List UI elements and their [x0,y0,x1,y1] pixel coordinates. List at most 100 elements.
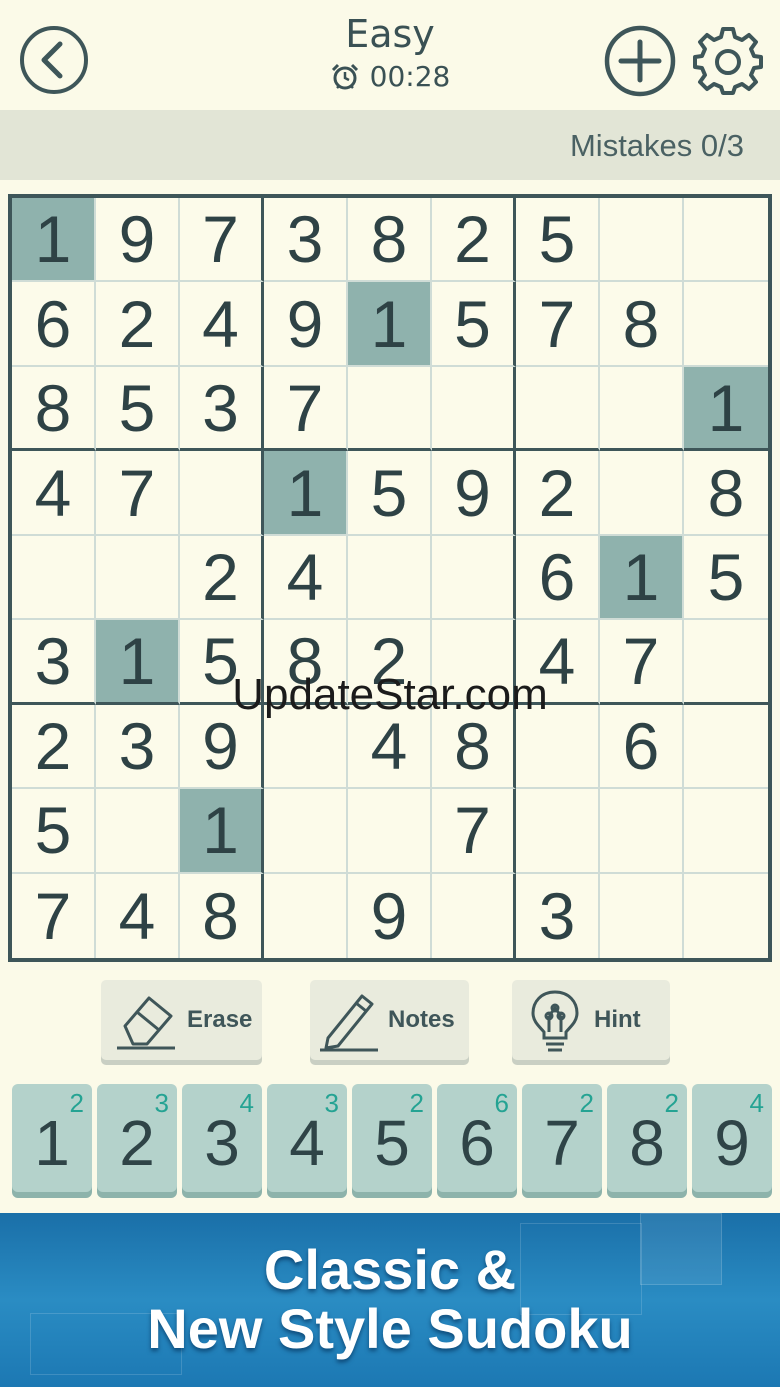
erase-button[interactable]: Erase [101,980,262,1060]
board-cell[interactable]: 3 [96,704,180,790]
board-cell[interactable] [96,789,180,874]
board-cell[interactable]: 4 [96,873,180,958]
board-cell[interactable]: 4 [264,535,348,621]
difficulty-label: Easy [345,12,435,56]
board-cell[interactable] [12,535,96,621]
board-cell[interactable] [600,366,684,452]
board-cell[interactable] [432,873,516,958]
board-cell[interactable]: 4 [516,620,600,705]
board-cell[interactable]: 7 [516,282,600,367]
board-cell[interactable] [96,535,180,621]
board-cell[interactable]: 8 [600,282,684,367]
number-key-6[interactable]: 66 [437,1084,517,1192]
board-cell[interactable] [348,366,432,452]
number-key-2[interactable]: 23 [97,1084,177,1192]
board-cell[interactable]: 5 [684,536,768,621]
settings-button[interactable] [692,24,764,96]
number-key-9[interactable]: 94 [692,1084,772,1192]
board-cell[interactable]: 2 [348,620,432,705]
board-cell[interactable]: 1 [684,366,768,452]
board-cell[interactable] [684,282,768,367]
board-cell[interactable]: 4 [348,704,432,790]
number-key-7[interactable]: 72 [522,1084,602,1192]
top-bar: Easy 00:28 [0,0,780,110]
board-cell[interactable]: 2 [12,704,96,790]
board-cell[interactable]: 8 [348,198,432,283]
board-cell[interactable] [516,366,600,452]
board-cell[interactable]: 5 [12,789,96,874]
board-cell[interactable]: 7 [12,873,96,958]
hint-button[interactable]: Hint [512,980,670,1060]
board-cell[interactable]: 6 [12,282,96,367]
board-cell[interactable]: 5 [180,620,264,705]
board-cell[interactable]: 2 [96,282,180,367]
board-cell[interactable] [600,873,684,958]
board-cell[interactable]: 1 [264,451,348,536]
number-key-3[interactable]: 34 [182,1084,262,1192]
board-cell[interactable]: 9 [180,704,264,790]
board-cell[interactable] [432,366,516,452]
board-cell[interactable]: 8 [180,873,264,958]
board-cell[interactable] [684,874,768,958]
new-game-button[interactable] [603,24,677,98]
board-cell[interactable]: 1 [96,620,180,705]
board-cell[interactable]: 9 [432,451,516,536]
board-cell[interactable] [264,873,348,958]
board-cell[interactable]: 3 [516,873,600,958]
board-cell[interactable]: 9 [96,198,180,283]
board-cell[interactable]: 1 [348,282,432,367]
board-cell[interactable] [684,198,768,283]
board-cell[interactable]: 8 [684,451,768,536]
board-cell[interactable]: 3 [180,366,264,452]
board-cell[interactable] [516,704,600,790]
board-cell[interactable]: 1 [600,535,684,621]
board-cell[interactable] [600,451,684,536]
board-cell[interactable]: 3 [264,198,348,283]
board-cell[interactable]: 1 [12,198,96,283]
board-cell[interactable]: 3 [12,620,96,705]
board-cell[interactable] [432,620,516,705]
board-cell[interactable] [432,535,516,621]
board-cell[interactable] [600,198,684,283]
board-cell[interactable]: 2 [180,535,264,621]
board-cell[interactable]: 7 [264,366,348,452]
back-button[interactable] [18,24,90,96]
board-cell[interactable]: 5 [348,451,432,536]
board-cell[interactable]: 2 [516,451,600,536]
board-cell[interactable]: 7 [432,789,516,874]
board-cell[interactable]: 2 [432,198,516,283]
board-cell[interactable] [348,535,432,621]
board-cell[interactable] [180,451,264,536]
gear-icon [693,27,763,95]
board-cell[interactable]: 4 [12,451,96,536]
board-cell[interactable]: 6 [516,535,600,621]
board-cell[interactable] [348,789,432,874]
number-key-1[interactable]: 12 [12,1084,92,1192]
board-cell[interactable]: 5 [516,198,600,283]
board-cell[interactable]: 1 [180,789,264,874]
board-cell[interactable] [684,789,768,874]
board-cell[interactable]: 5 [432,282,516,367]
board-cell[interactable] [264,789,348,874]
board-cell[interactable] [516,789,600,874]
number-key-4[interactable]: 43 [267,1084,347,1192]
board-cell[interactable] [264,704,348,790]
board-cell[interactable]: 6 [600,704,684,790]
erase-label: Erase [187,1006,253,1033]
board-cell[interactable]: 4 [180,282,264,367]
board-cell[interactable]: 7 [180,198,264,283]
board-cell[interactable] [684,705,768,790]
board-cell[interactable]: 8 [432,704,516,790]
board-cell[interactable]: 9 [264,282,348,367]
number-key-5[interactable]: 52 [352,1084,432,1192]
board-cell[interactable] [600,789,684,874]
number-key-8[interactable]: 82 [607,1084,687,1192]
board-cell[interactable]: 9 [348,873,432,958]
board-cell[interactable]: 7 [96,451,180,536]
board-cell[interactable] [684,620,768,705]
board-cell[interactable]: 7 [600,620,684,705]
board-cell[interactable]: 8 [12,366,96,452]
notes-button[interactable]: Notes [310,980,469,1060]
board-cell[interactable]: 5 [96,366,180,452]
board-cell[interactable]: 8 [264,620,348,705]
